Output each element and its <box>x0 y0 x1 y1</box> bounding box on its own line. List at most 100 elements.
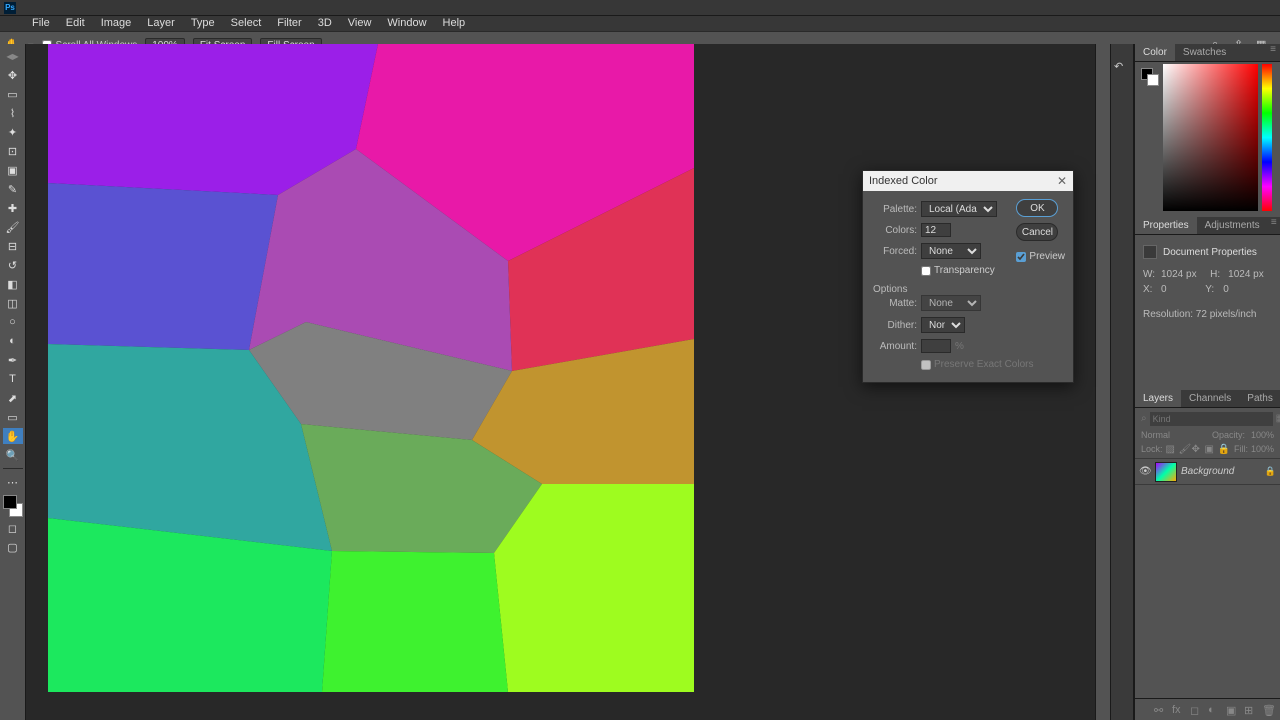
layer-filter-input[interactable] <box>1150 412 1273 426</box>
ps-logo: Ps <box>4 2 16 14</box>
menu-image[interactable]: Image <box>93 16 140 31</box>
move-tool[interactable]: ✥ <box>3 67 23 83</box>
filter-pixel-icon[interactable]: ▦ <box>1276 413 1280 425</box>
pen-tool[interactable]: ✒ <box>3 352 23 368</box>
lock-label: Lock: <box>1141 444 1163 454</box>
dialog-title: Indexed Color <box>869 175 938 187</box>
layer-mask-icon[interactable]: ◻ <box>1190 704 1202 716</box>
shape-tool[interactable]: ▭ <box>3 409 23 425</box>
doc-properties-title: Document Properties <box>1163 247 1257 258</box>
panel-menu-icon[interactable]: ≡ <box>1268 217 1280 234</box>
visibility-icon[interactable]: 👁 <box>1139 466 1151 477</box>
gradient-tool[interactable]: ◫ <box>3 295 23 311</box>
history-brush-tool[interactable]: ↺ <box>3 257 23 273</box>
new-layer-icon[interactable]: ⊞ <box>1244 704 1256 716</box>
eyedropper-tool[interactable]: ✎ <box>3 181 23 197</box>
menu-3d[interactable]: 3D <box>310 16 340 31</box>
right-dock: Color Swatches ≡ Properties Adjustments … <box>1134 44 1280 720</box>
dialog-title-bar[interactable]: Indexed Color ✕ <box>863 171 1073 191</box>
type-tool[interactable]: T <box>3 371 23 387</box>
menu-type[interactable]: Type <box>183 16 223 31</box>
crop-tool[interactable]: ⊡ <box>3 143 23 159</box>
palette-select[interactable]: Local (Adaptive) <box>921 201 997 217</box>
fg-bg-color-swatch[interactable] <box>3 495 23 517</box>
dodge-tool[interactable]: ◐ <box>3 333 23 349</box>
lock-artboard-icon[interactable]: ▣ <box>1205 444 1215 454</box>
blur-tool[interactable]: ○ <box>3 314 23 330</box>
document-canvas <box>48 44 694 692</box>
magic-wand-tool[interactable]: ✦ <box>3 124 23 140</box>
zoom-tool[interactable]: 🔍 <box>3 447 23 463</box>
blend-mode-select[interactable]: Normal <box>1141 430 1170 440</box>
preserve-label: Preserve Exact Colors <box>934 359 1033 370</box>
tab-paths[interactable]: Paths <box>1239 390 1280 407</box>
quick-mask[interactable]: ◻ <box>3 520 23 536</box>
rect-marquee-tool[interactable]: ▭ <box>3 86 23 102</box>
panel-menu-icon[interactable]: ≡ <box>1266 44 1280 61</box>
lock-position-icon[interactable]: ✥ <box>1192 444 1202 454</box>
menu-bar: FileEditImageLayerTypeSelectFilter3DView… <box>0 16 1280 31</box>
frame-tool[interactable]: ▣ <box>3 162 23 178</box>
eraser-tool[interactable]: ◧ <box>3 276 23 292</box>
close-icon[interactable]: ✕ <box>1057 174 1067 188</box>
healing-brush-tool[interactable]: ✚ <box>3 200 23 216</box>
properties-panel-tabs: Properties Adjustments ≡ <box>1135 217 1280 235</box>
dither-select[interactable]: None <box>921 317 965 333</box>
edit-toolbar[interactable]: ⋯ <box>3 474 23 490</box>
trash-icon[interactable]: 🗑 <box>1262 704 1274 716</box>
lock-pixels-icon[interactable]: 🖌 <box>1179 444 1189 454</box>
menu-filter[interactable]: Filter <box>269 16 309 31</box>
lock-all-icon[interactable]: 🔒 <box>1218 444 1228 454</box>
hue-strip[interactable] <box>1262 64 1272 211</box>
group-icon[interactable]: ▣ <box>1226 704 1238 716</box>
tab-channels[interactable]: Channels <box>1181 390 1239 407</box>
ok-button[interactable]: OK <box>1016 199 1058 217</box>
menu-window[interactable]: Window <box>379 16 434 31</box>
menu-layer[interactable]: Layer <box>139 16 183 31</box>
path-select-tool[interactable]: ⬈ <box>3 390 23 406</box>
options-section-label: Options <box>873 284 1063 295</box>
cancel-button[interactable]: Cancel <box>1016 223 1058 241</box>
fill-value[interactable]: 100% <box>1251 444 1274 454</box>
search-icon: ⌕ <box>1141 413 1147 425</box>
palette-label: Palette: <box>873 204 917 215</box>
collapse-icon[interactable]: ◀▶ <box>3 48 23 64</box>
tab-properties[interactable]: Properties <box>1135 217 1197 234</box>
layer-row[interactable]: 👁 Background 🔒 <box>1135 459 1280 485</box>
link-layers-icon[interactable]: ⚯ <box>1154 704 1166 716</box>
transparency-checkbox[interactable]: Transparency <box>921 265 1063 276</box>
matte-label: Matte: <box>873 298 917 309</box>
layer-style-icon[interactable]: fx <box>1172 704 1184 716</box>
forced-select[interactable]: None <box>921 243 981 259</box>
stamp-tool[interactable]: ⊟ <box>3 238 23 254</box>
brush-tool[interactable]: 🖌 <box>3 219 23 235</box>
menu-file[interactable]: File <box>24 16 58 31</box>
y-label: Y: <box>1205 284 1219 295</box>
tab-layers[interactable]: Layers <box>1135 390 1181 407</box>
preserve-exact-colors-checkbox: Preserve Exact Colors <box>921 359 1063 370</box>
tab-swatches[interactable]: Swatches <box>1175 44 1234 61</box>
fg-bg-swatch[interactable] <box>1141 68 1159 86</box>
history-icon: ↶ <box>1114 60 1130 76</box>
color-picker[interactable] <box>1135 62 1280 217</box>
screen-mode[interactable]: ▢ <box>3 539 23 555</box>
lock-transparent-icon[interactable]: ▨ <box>1166 444 1176 454</box>
tab-adjustments[interactable]: Adjustments <box>1197 217 1268 234</box>
adjustment-layer-icon[interactable]: ◐ <box>1208 704 1220 716</box>
colors-input[interactable] <box>921 223 951 237</box>
menu-select[interactable]: Select <box>223 16 270 31</box>
saturation-value-field[interactable] <box>1163 64 1258 211</box>
percent-label: % <box>955 341 964 352</box>
lasso-tool[interactable]: ⌇ <box>3 105 23 121</box>
tab-color[interactable]: Color <box>1135 44 1175 61</box>
height-label: H: <box>1210 269 1224 280</box>
hand-tool[interactable]: ✋ <box>3 428 23 444</box>
collapsed-history-panel[interactable]: ↶ <box>1110 44 1134 720</box>
opacity-value[interactable]: 100% <box>1251 430 1274 440</box>
document-icon <box>1143 245 1157 259</box>
menu-view[interactable]: View <box>340 16 380 31</box>
menu-edit[interactable]: Edit <box>58 16 93 31</box>
menu-help[interactable]: Help <box>435 16 474 31</box>
forced-label: Forced: <box>873 246 917 257</box>
preview-checkbox[interactable]: Preview <box>1016 251 1065 262</box>
